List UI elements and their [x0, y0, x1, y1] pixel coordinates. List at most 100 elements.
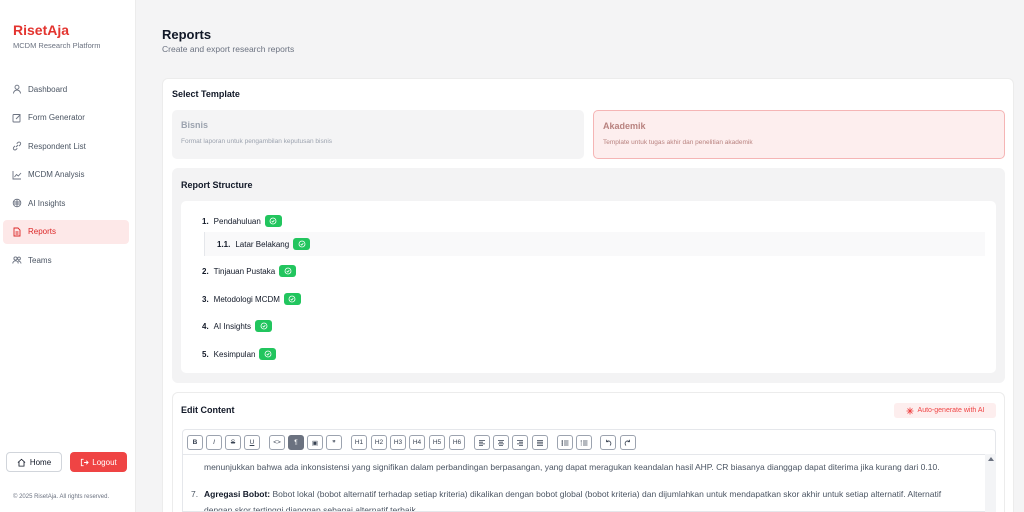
structure-item-label: Metodologi MCDM — [213, 294, 280, 304]
heading-4-button[interactable]: H4 — [409, 435, 425, 450]
template-description: Format laporan untuk pengambilan keputus… — [181, 138, 333, 145]
list-item-heading: Agregasi Bobot: — [204, 489, 271, 499]
user-icon — [12, 84, 22, 94]
users-icon — [12, 255, 22, 265]
sidebar-item-label: AI Insights — [28, 198, 66, 208]
auto-generate-ai-button[interactable]: Auto-generate with AI — [894, 403, 996, 418]
template-akademik[interactable]: Akademik Template untuk tugas akhir dan … — [593, 110, 1005, 159]
undo-icon — [606, 439, 612, 446]
sidebar-item-form-generator[interactable]: Form Generator — [3, 106, 129, 130]
logout-button[interactable]: Logout — [70, 452, 127, 472]
blockquote-button[interactable]: ❞ — [326, 435, 342, 450]
sidebar-item-label: Dashboard — [28, 84, 68, 94]
structure-item[interactable]: 3. Metodologi MCDM — [202, 293, 301, 305]
list-item-number: 7. — [191, 489, 199, 499]
structure-item[interactable]: 2. Tinjauan Pustaka — [202, 265, 297, 277]
align-center-icon — [498, 439, 504, 446]
document-icon — [12, 227, 22, 237]
brand[interactable]: RisetAja MCDM Research Platform — [13, 22, 101, 50]
align-justify-button[interactable] — [532, 435, 548, 450]
brand-tagline: MCDM Research Platform — [13, 41, 101, 50]
heading-6-button[interactable]: H6 — [449, 435, 465, 450]
align-left-icon — [479, 439, 485, 446]
editor-text-line: menunjukkan bahwa ada inkonsistensi yang… — [204, 462, 940, 472]
sidebar-item-reports[interactable]: Reports — [3, 219, 129, 244]
check-circle-icon — [259, 348, 277, 360]
list-item-text-continued: dengan skor tertinggi dianggap sebagai a… — [204, 505, 419, 512]
paragraph-button[interactable]: ¶ — [288, 435, 304, 450]
sidebar-item-label: Reports — [28, 227, 57, 236]
sidebar-item-label: Teams — [28, 255, 52, 265]
heading-2-button[interactable]: H2 — [371, 435, 387, 450]
heading-3-button[interactable]: H3 — [390, 435, 406, 450]
home-button[interactable]: Home — [6, 452, 62, 472]
check-circle-icon — [283, 293, 301, 305]
check-circle-icon — [255, 320, 273, 332]
structure-item-label: Tinjauan Pustaka — [213, 266, 276, 276]
structure-item[interactable]: 1.1. Latar Belakang — [217, 238, 311, 250]
sidebar-item-dashboard[interactable]: Dashboard — [3, 77, 129, 101]
page-subtitle: Create and export research reports — [162, 44, 295, 54]
align-left-button[interactable] — [474, 435, 490, 450]
sidebar-item-mcdm-analysis[interactable]: MCDM Analysis — [3, 163, 129, 187]
heading-1-button[interactable]: H1 — [351, 435, 367, 450]
sidebar-item-teams[interactable]: Teams — [3, 248, 129, 272]
editor-toolbar: B I S U <> ¶ ▣ ❞ H1 H2 H3 H4 H5 H6 — [182, 429, 996, 454]
bold-button[interactable]: B — [187, 435, 203, 450]
structure-item-number: 1. — [202, 216, 209, 226]
structure-item-label: Pendahuluan — [213, 216, 261, 226]
sidebar: RisetAja MCDM Research Platform Dashboar… — [0, 0, 136, 512]
structure-list — [181, 201, 996, 373]
brand-name: RisetAja — [13, 22, 70, 38]
italic-button[interactable]: I — [206, 435, 222, 450]
edit-icon — [12, 113, 22, 123]
scroll-up-icon[interactable] — [988, 457, 994, 461]
template-description: Template untuk tugas akhir dan penelitia… — [603, 139, 753, 146]
sidebar-item-label: Form Generator — [28, 113, 85, 122]
code-block-button[interactable]: ▣ — [307, 435, 323, 450]
home-button-label: Home — [29, 457, 52, 467]
align-justify-icon — [537, 439, 543, 446]
undo-button[interactable] — [600, 435, 616, 450]
align-center-button[interactable] — [493, 435, 509, 450]
sidebar-nav: Dashboard Form Generator Respondent List… — [3, 77, 129, 277]
sparkles-icon — [906, 407, 914, 414]
chart-line-icon — [12, 170, 22, 180]
strikethrough-button[interactable]: S — [225, 435, 241, 450]
select-template-title: Select Template — [172, 89, 240, 99]
structure-item[interactable]: 5. Kesimpulan — [202, 348, 277, 360]
structure-item[interactable]: 4. AI Insights — [202, 320, 273, 332]
sidebar-item-label: Respondent List — [28, 141, 86, 151]
link-icon — [12, 141, 22, 151]
sidebar-item-label: MCDM Analysis — [28, 170, 85, 179]
structure-item-label: Latar Belakang — [235, 239, 290, 249]
heading-5-button[interactable]: H5 — [429, 435, 445, 450]
redo-icon — [624, 439, 630, 446]
sidebar-item-ai-insights[interactable]: AI Insights — [3, 191, 129, 215]
auto-generate-ai-label: Auto-generate with AI — [917, 407, 985, 414]
editor-scrollbar[interactable] — [985, 454, 996, 512]
check-circle-icon — [264, 215, 282, 227]
structure-item[interactable]: 1. Pendahuluan — [202, 215, 282, 227]
bullet-list-button[interactable] — [557, 435, 573, 450]
check-circle-icon — [293, 238, 311, 250]
list-item-text: Bobot lokal (bobot alternatif terhadap s… — [270, 489, 942, 499]
code-button[interactable]: <> — [269, 435, 285, 450]
template-bisnis[interactable]: Bisnis Format laporan untuk pengambilan … — [172, 110, 584, 159]
copyright: © 2025 RisetAja. All rights reserved. — [13, 494, 110, 500]
brain-icon — [12, 198, 22, 208]
bullet-list-icon — [561, 439, 569, 446]
sidebar-item-respondent-list[interactable]: Respondent List — [3, 134, 129, 158]
underline-button[interactable]: U — [244, 435, 260, 450]
home-icon — [17, 458, 26, 467]
check-circle-icon — [279, 265, 297, 277]
logout-icon — [81, 458, 90, 466]
ordered-list-icon — [580, 439, 588, 445]
structure-item-number: 3. — [202, 294, 209, 304]
content-editor[interactable]: menunjukkan bahwa ada inkonsistensi yang… — [182, 454, 996, 512]
structure-subsection-row — [204, 232, 985, 256]
ordered-list-button[interactable] — [576, 435, 592, 450]
redo-button[interactable] — [620, 435, 636, 450]
structure-item-number: 4. — [202, 321, 209, 331]
align-right-button[interactable] — [512, 435, 528, 450]
